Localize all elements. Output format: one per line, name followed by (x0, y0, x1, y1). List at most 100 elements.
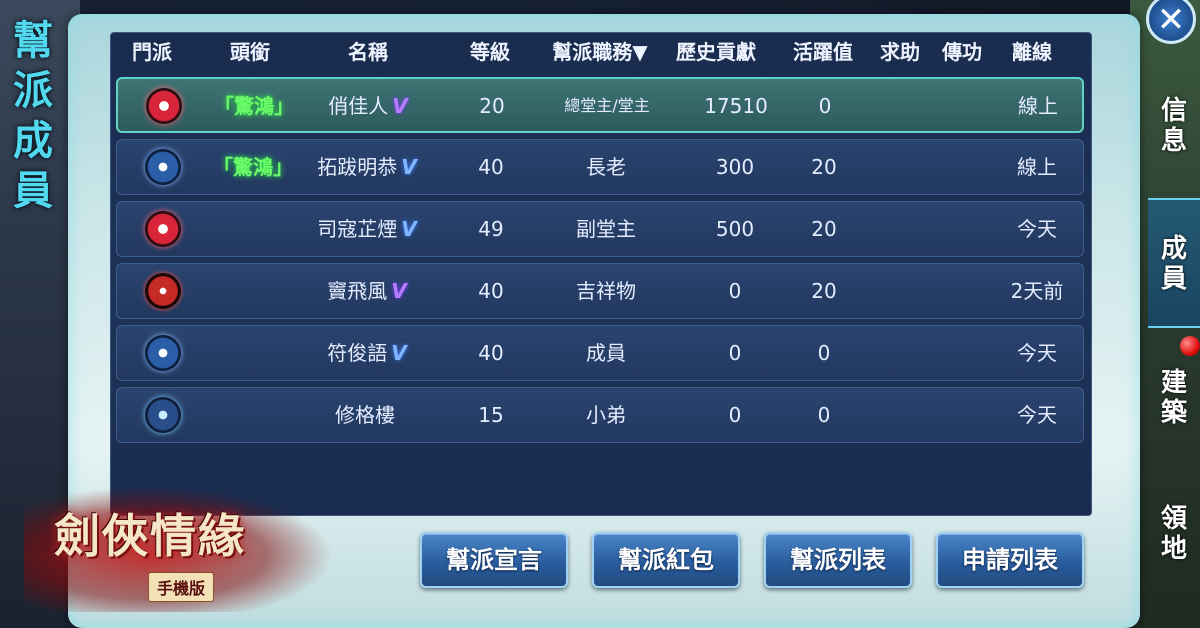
member-offline: 今天 (1017, 403, 1057, 427)
member-row[interactable]: 「驚鴻」 拓跋明恭 V 40 長老 300 20 線上 (116, 139, 1084, 195)
lotus-sect-icon (145, 397, 181, 433)
sect-cell (143, 211, 183, 249)
member-name: 符俊語 (327, 341, 388, 365)
tab-members-label: 員 (1160, 264, 1187, 294)
vip-badge-icon: V (391, 341, 407, 365)
sect-cell (143, 397, 183, 435)
member-level: 15 (478, 403, 504, 427)
game-logo: 劍俠情緣 手機版 (24, 486, 334, 612)
member-duty: 小弟 (586, 403, 626, 427)
table-header: 門派 頭銜 名稱 等級 幫派職務▼ 歷史貢獻 活躍值 求助 傳功 離線 (116, 36, 1086, 72)
vip-badge-icon: V (391, 279, 407, 303)
member-name: 司寇芷煙 (317, 217, 398, 241)
member-name: 修格樓 (335, 403, 395, 427)
tab-territory-label: 地 (1160, 534, 1187, 564)
tab-territory[interactable]: 領 地 (1148, 504, 1200, 564)
member-name-cell: 司寇芷煙 V (297, 216, 437, 242)
member-offline: 今天 (1017, 217, 1057, 241)
vip-badge-icon: V (401, 155, 417, 179)
member-contribution: 300 (715, 155, 755, 179)
header-duty-sort[interactable]: 幫派職務▼ (540, 36, 660, 65)
tab-info-label: 息 (1160, 126, 1187, 156)
sect-cell (143, 335, 183, 373)
vip-badge-icon: V (401, 217, 417, 241)
member-row[interactable]: 司寇芷煙 V 49 副堂主 500 20 今天 (116, 201, 1084, 257)
header-name[interactable]: 名稱 (328, 36, 408, 65)
tab-build[interactable]: 建 築 (1148, 368, 1200, 428)
member-row[interactable]: 修格樓 15 小弟 0 0 今天 (116, 387, 1084, 443)
member-name-cell: 俏佳人 V (298, 93, 438, 119)
vip-badge-icon: V (392, 94, 408, 118)
header-offline[interactable]: 離線 (1004, 36, 1060, 65)
tab-territory-label: 領 (1160, 504, 1187, 534)
header-activity[interactable]: 活躍值 (788, 36, 858, 65)
member-name: 竇飛風 (327, 279, 388, 303)
member-duty: 副堂主 (576, 217, 636, 241)
member-duty: 總堂主/堂主 (564, 96, 650, 115)
header-contribution[interactable]: 歷史貢獻 (666, 36, 766, 65)
member-contribution: 0 (728, 279, 742, 303)
header-pass[interactable]: 傳功 (934, 36, 990, 65)
member-name-cell: 修格樓 (297, 402, 437, 428)
member-contribution: 0 (728, 403, 742, 427)
tab-members[interactable]: 成 員 (1148, 198, 1200, 328)
panel-title-char: 幫 (13, 18, 53, 64)
panel-title-char: 成 (13, 118, 53, 164)
member-activity: 20 (811, 155, 837, 179)
member-activity: 20 (811, 217, 837, 241)
member-duty: 成員 (586, 341, 626, 365)
notification-dot-icon (1180, 336, 1200, 356)
member-activity: 0 (818, 94, 832, 118)
sect-cell (143, 273, 183, 311)
header-sect[interactable]: 門派 (122, 36, 182, 65)
panel-title-char: 派 (13, 68, 53, 114)
member-level: 40 (478, 279, 504, 303)
member-activity: 0 (817, 341, 831, 365)
header-title[interactable]: 頭銜 (210, 36, 290, 65)
member-name-cell: 符俊語 V (297, 340, 437, 366)
member-duty: 長老 (586, 155, 626, 179)
member-level: 49 (478, 217, 504, 241)
member-row[interactable]: 符俊語 V 40 成員 0 0 今天 (116, 325, 1084, 381)
tab-info[interactable]: 信 息 (1148, 96, 1200, 156)
member-row[interactable]: 「驚鴻」 俏佳人 V 20 總堂主/堂主 17510 0 線上 (116, 77, 1084, 133)
logo-title: 劍俠情緣 (54, 509, 246, 563)
member-row[interactable]: 竇飛風 V 40 吉祥物 0 20 2天前 (116, 263, 1084, 319)
member-activity: 20 (811, 279, 837, 303)
flower-sect-icon (146, 88, 182, 124)
member-name-cell: 拓跋明恭 V (297, 154, 437, 180)
tab-info-label: 信 (1160, 96, 1187, 126)
panel-title-char: 員 (13, 168, 53, 214)
member-level: 40 (478, 341, 504, 365)
header-level[interactable]: 等級 (460, 36, 520, 65)
guild-list-button[interactable]: 幫派列表 (764, 532, 912, 588)
member-contribution: 0 (728, 341, 742, 365)
guild-declaration-button[interactable]: 幫派宣言 (420, 532, 568, 588)
member-offline: 今天 (1017, 341, 1057, 365)
member-contribution: 500 (715, 217, 755, 241)
header-help[interactable]: 求助 (872, 36, 928, 65)
member-duty: 吉祥物 (576, 279, 636, 303)
member-name: 拓跋明恭 (317, 155, 398, 179)
member-contribution: 17510 (704, 94, 768, 118)
logo-subtitle: 手機版 (148, 572, 215, 602)
sect-cell (143, 149, 183, 187)
member-name-cell: 竇飛風 V (297, 278, 437, 304)
member-name: 俏佳人 (328, 94, 389, 118)
apply-list-button[interactable]: 申請列表 (936, 532, 1084, 588)
member-level: 20 (479, 94, 505, 118)
panel-title: 幫 派 成 員 (10, 16, 56, 216)
tab-members-label: 成 (1160, 234, 1187, 264)
member-offline: 2天前 (1010, 279, 1064, 303)
member-level: 40 (478, 155, 504, 179)
member-offline: 線上 (1018, 94, 1058, 118)
tab-build-label: 建 (1160, 368, 1187, 398)
member-title: 「驚鴻」 (214, 94, 294, 118)
blade-sect-icon (145, 273, 181, 309)
taiji-sect-icon (145, 149, 181, 185)
member-offline: 線上 (1017, 155, 1057, 179)
guild-red-packet-button[interactable]: 幫派紅包 (592, 532, 740, 588)
tab-build-label: 築 (1160, 398, 1187, 428)
flower-sect-icon (145, 211, 181, 247)
sect-cell (144, 88, 184, 126)
